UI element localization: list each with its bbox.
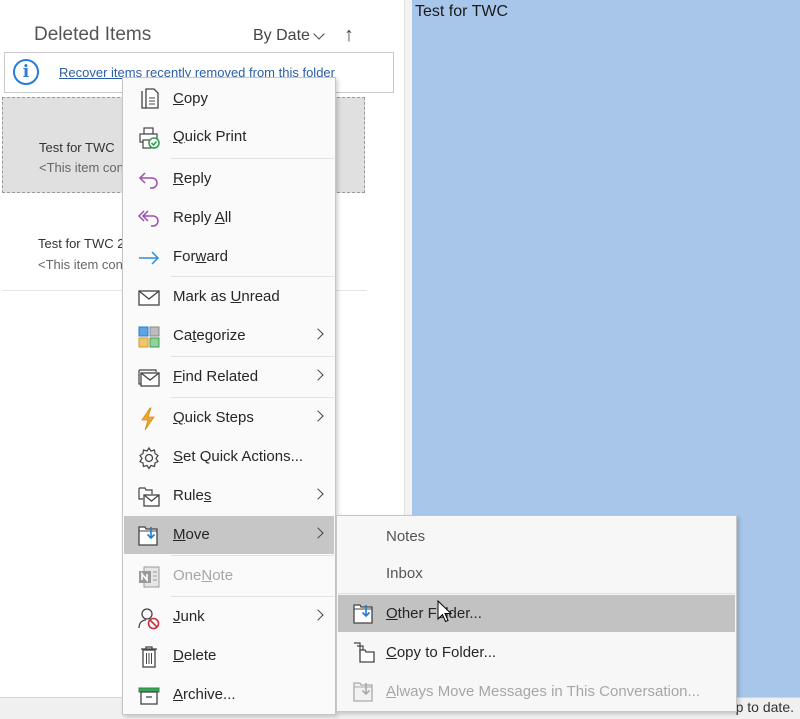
submenu-item-label: Other Folder... bbox=[386, 605, 482, 622]
rules-icon bbox=[138, 487, 160, 507]
submenu-item-notes[interactable]: Notes bbox=[338, 518, 735, 555]
trash-icon bbox=[141, 646, 157, 668]
arrow-up-icon[interactable]: ↑ bbox=[344, 24, 354, 47]
menu-item-label: Delete bbox=[173, 647, 217, 664]
reading-pane-subject: Test for TWC bbox=[415, 3, 509, 20]
chevron-right-icon bbox=[312, 369, 324, 381]
submenu-item-label: Always Move Messages in This Conversatio… bbox=[386, 683, 701, 700]
move-submenu: Notes Inbox Other Folder... Copy to Fold… bbox=[336, 515, 737, 712]
menu-item-label: Mark as Unread bbox=[173, 288, 280, 305]
menu-item-label: Rules bbox=[173, 487, 212, 504]
message-subject: Test for TWC bbox=[39, 140, 115, 155]
menu-item-label: Move bbox=[173, 526, 210, 543]
reply-icon bbox=[138, 172, 158, 189]
menu-item-label: Junk bbox=[173, 608, 205, 625]
mouse-cursor-icon bbox=[437, 600, 453, 623]
menu-separator bbox=[171, 555, 334, 556]
move-to-folder-icon bbox=[353, 604, 373, 624]
forward-icon bbox=[139, 251, 160, 265]
submenu-item-label: Notes bbox=[386, 528, 426, 545]
menu-item-junk[interactable]: Junk bbox=[124, 598, 334, 636]
always-move-icon bbox=[353, 682, 373, 702]
message-subject: Test for TWC 2 bbox=[38, 236, 125, 251]
menu-item-onenote[interactable]: OneNote bbox=[124, 557, 334, 595]
reply-all-icon bbox=[137, 210, 159, 227]
menu-separator bbox=[171, 397, 334, 398]
menu-item-archive[interactable]: Archive... bbox=[124, 676, 334, 714]
menu-item-find-related[interactable]: Find Related bbox=[124, 358, 334, 396]
chevron-right-icon bbox=[312, 609, 324, 621]
menu-item-categorize[interactable]: Categorize bbox=[124, 317, 334, 355]
submenu-item-always-move[interactable]: Always Move Messages in This Conversatio… bbox=[338, 673, 735, 710]
onenote-icon bbox=[139, 566, 160, 588]
menu-separator bbox=[171, 158, 334, 159]
chevron-right-icon bbox=[312, 527, 324, 539]
menu-item-label: Archive... bbox=[173, 686, 236, 703]
lightning-icon bbox=[141, 407, 155, 431]
copy-icon bbox=[141, 88, 159, 109]
menu-item-label: Find Related bbox=[173, 368, 259, 385]
junk-icon bbox=[138, 608, 160, 630]
context-menu: Copy Quick Print Reply Reply All Forward… bbox=[122, 77, 336, 715]
sort-by-dropdown[interactable]: By Date bbox=[253, 27, 325, 45]
menu-item-copy[interactable]: Copy bbox=[124, 80, 334, 118]
menu-item-label: Quick Print bbox=[173, 128, 247, 145]
menu-item-mark-unread[interactable]: Mark as Unread bbox=[124, 278, 334, 316]
chevron-right-icon bbox=[312, 328, 324, 340]
archive-icon bbox=[138, 687, 160, 705]
gear-icon bbox=[139, 446, 159, 470]
menu-separator bbox=[171, 356, 334, 357]
envelope-icon bbox=[138, 290, 160, 306]
quick-print-icon bbox=[139, 127, 160, 149]
menu-item-reply[interactable]: Reply bbox=[124, 160, 334, 198]
menu-item-move[interactable]: Move bbox=[124, 516, 334, 554]
menu-item-label: Categorize bbox=[173, 327, 246, 344]
menu-item-label: Reply bbox=[173, 170, 212, 187]
menu-item-label: Forward bbox=[173, 248, 229, 265]
find-related-icon bbox=[138, 369, 160, 387]
menu-separator bbox=[171, 276, 334, 277]
menu-item-quick-print[interactable]: Quick Print bbox=[124, 118, 334, 156]
submenu-item-copy-to-folder[interactable]: Copy to Folder... bbox=[338, 634, 735, 671]
info-icon: i bbox=[13, 59, 39, 85]
menu-item-rules[interactable]: Rules bbox=[124, 477, 334, 515]
sort-label: By Date bbox=[253, 27, 310, 44]
move-icon bbox=[138, 526, 158, 546]
menu-item-quick-steps[interactable]: Quick Steps bbox=[124, 399, 334, 437]
menu-item-label: OneNote bbox=[173, 567, 234, 584]
copy-to-folder-icon bbox=[354, 642, 375, 663]
menu-item-delete[interactable]: Delete bbox=[124, 637, 334, 675]
submenu-item-other-folder[interactable]: Other Folder... bbox=[338, 595, 735, 632]
folder-title: Deleted Items bbox=[34, 24, 152, 45]
status-text: p to date. bbox=[735, 699, 794, 715]
menu-item-reply-all[interactable]: Reply All bbox=[124, 199, 334, 237]
menu-item-label: Set Quick Actions... bbox=[173, 448, 304, 465]
categorize-icon bbox=[138, 326, 160, 348]
chevron-down-icon bbox=[313, 28, 325, 40]
menu-item-label: Copy bbox=[173, 90, 209, 107]
chevron-right-icon bbox=[312, 488, 324, 500]
menu-item-set-quick-actions[interactable]: Set Quick Actions... bbox=[124, 438, 334, 476]
menu-separator bbox=[171, 596, 334, 597]
menu-item-label: Reply All bbox=[173, 209, 232, 226]
menu-separator bbox=[338, 593, 735, 594]
submenu-item-label: Copy to Folder... bbox=[386, 644, 497, 661]
submenu-item-inbox[interactable]: Inbox bbox=[338, 555, 735, 592]
menu-item-forward[interactable]: Forward bbox=[124, 238, 334, 276]
submenu-item-label: Inbox bbox=[386, 565, 423, 582]
chevron-right-icon bbox=[312, 410, 324, 422]
menu-item-label: Quick Steps bbox=[173, 409, 254, 426]
